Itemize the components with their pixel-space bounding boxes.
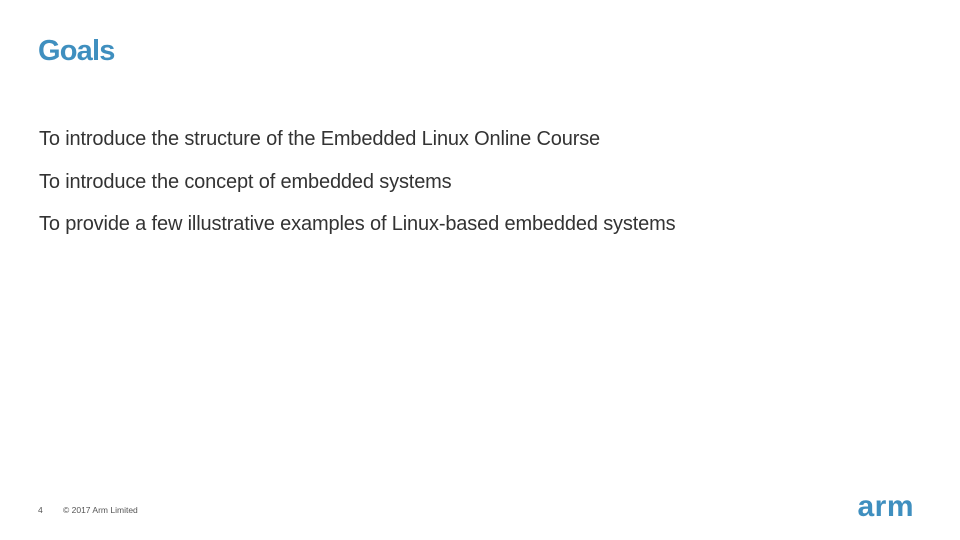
arm-logo: arm <box>857 490 914 523</box>
page-number: 4 <box>38 505 43 515</box>
footer: 4 © 2017 Arm Limited <box>38 505 138 515</box>
bullet-item: To introduce the structure of the Embedd… <box>39 128 601 150</box>
bullet-list: To introduce the structure of the Embedd… <box>39 124 676 252</box>
bullet-item: To introduce the concept of embedded sys… <box>39 170 452 193</box>
copyright-notice: © 2017 Arm Limited <box>63 505 138 515</box>
slide: Goals To introduce the structure of the … <box>0 0 960 540</box>
slide-title: Goals <box>38 35 115 67</box>
bullet-item: To provide a few illustrative examples o… <box>39 213 676 235</box>
